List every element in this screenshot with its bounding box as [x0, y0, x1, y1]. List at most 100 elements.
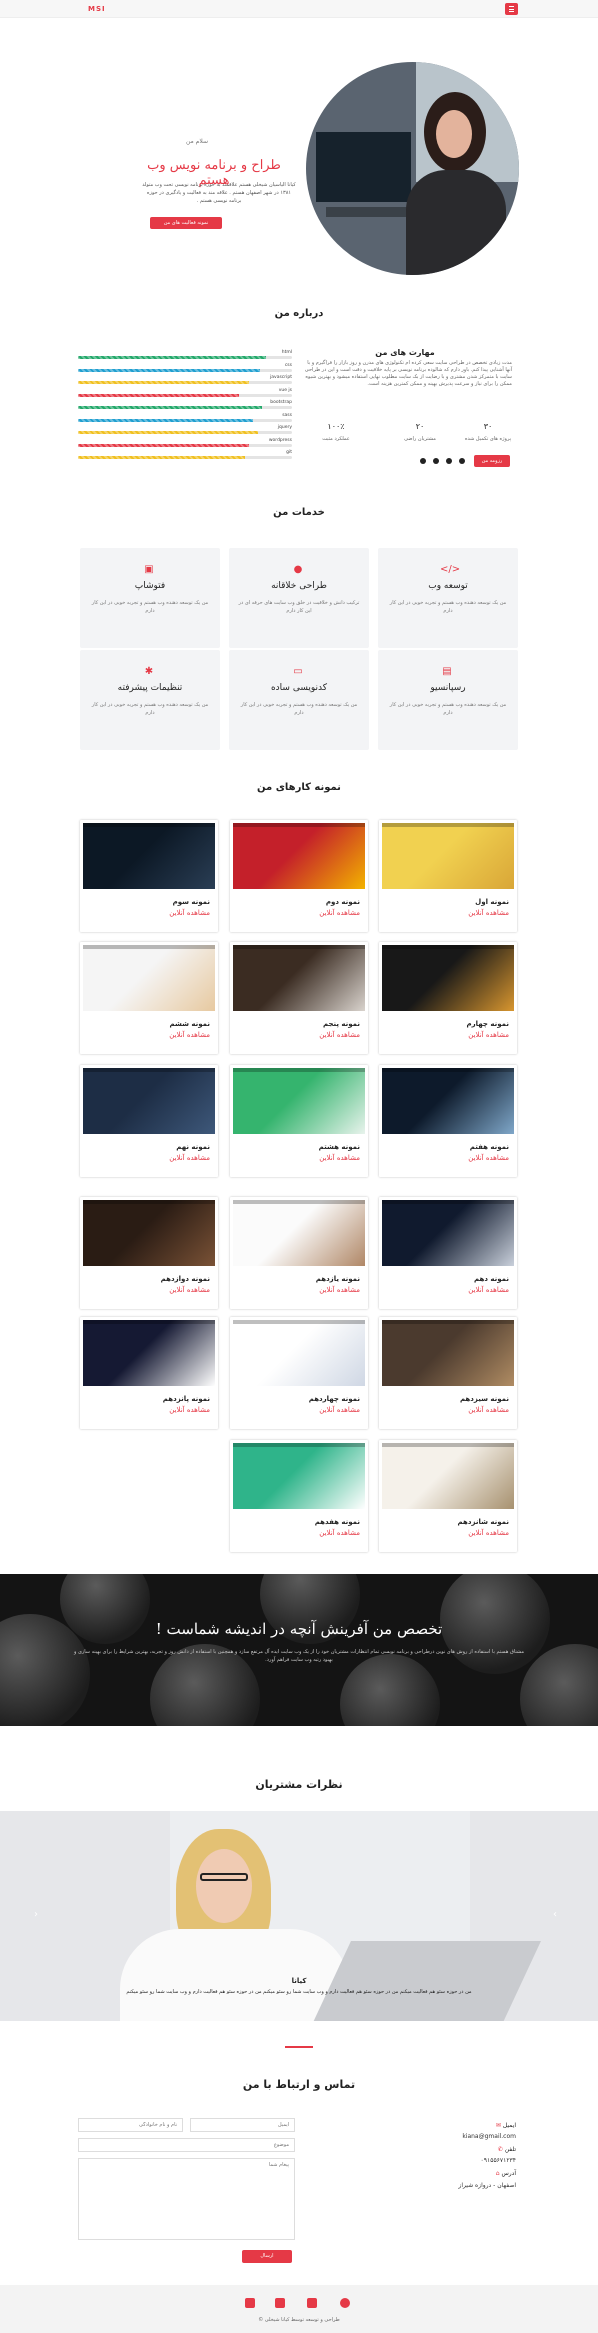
portfolio-thumbnail[interactable]	[382, 1068, 514, 1134]
view-online-link[interactable]: مشاهده آنلاین	[319, 1286, 360, 1294]
portfolio-thumbnail[interactable]	[83, 1068, 215, 1134]
menu-toggle-button[interactable]	[505, 3, 518, 15]
portfolio-card[interactable]: نمونه هفدهم مشاهده آنلاین	[230, 1440, 368, 1552]
portfolio-card[interactable]: نمونه هشتم مشاهده آنلاین	[230, 1065, 368, 1177]
portfolio-thumbnail[interactable]	[382, 945, 514, 1011]
portfolio-thumbnail[interactable]	[382, 1320, 514, 1386]
contact-section: تماس و ارتباط با من ارسال ایمیل ✉ kiana@…	[0, 2056, 598, 2286]
prev-arrow-icon[interactable]: ‹	[34, 1909, 38, 1920]
portfolio-card[interactable]: نمونه شانزدهم مشاهده آنلاین	[379, 1440, 517, 1552]
view-online-link[interactable]: مشاهده آنلاین	[468, 1529, 509, 1537]
portfolio-thumbnail[interactable]	[233, 1068, 365, 1134]
portfolio-thumbnail[interactable]	[233, 823, 365, 889]
contact-email-value[interactable]: kiana@gmail.com	[420, 2133, 516, 2140]
linkedin-icon[interactable]	[245, 2298, 255, 2308]
portfolio-thumbnail[interactable]	[382, 1443, 514, 1509]
view-online-link[interactable]: مشاهده آنلاین	[169, 1406, 210, 1414]
site-logo[interactable]: MSI	[88, 5, 106, 13]
skill-track	[78, 418, 292, 422]
view-online-link[interactable]: مشاهده آنلاین	[169, 1031, 210, 1039]
portfolio-card[interactable]: نمونه یازدهم مشاهده آنلاین	[230, 1197, 368, 1309]
portfolio-card[interactable]: نمونه پانزدهم مشاهده آنلاین	[80, 1317, 218, 1429]
portfolio-item-title: نمونه سیزدهم	[459, 1395, 509, 1403]
telegram-icon[interactable]	[459, 458, 465, 464]
portfolio-card[interactable]: نمونه دهم مشاهده آنلاین	[379, 1197, 517, 1309]
view-online-link[interactable]: مشاهده آنلاین	[319, 909, 360, 917]
view-online-link[interactable]: مشاهده آنلاین	[169, 1154, 210, 1162]
portfolio-button[interactable]: نمونه فعالیت های من	[150, 217, 222, 229]
name-input[interactable]	[78, 2118, 183, 2132]
send-button[interactable]: ارسال	[242, 2250, 292, 2263]
email-input[interactable]	[190, 2118, 295, 2132]
portfolio-item-title: نمونه پنجم	[322, 1020, 360, 1028]
view-online-link[interactable]: مشاهده آنلاین	[468, 1286, 509, 1294]
stat-performance-label: عملکرد مثبت	[322, 436, 350, 442]
portfolio-card[interactable]: نمونه اول مشاهده آنلاین	[379, 820, 517, 932]
envelope-icon: ✉	[495, 2122, 501, 2129]
portfolio-card[interactable]: نمونه ششم مشاهده آنلاین	[80, 942, 218, 1054]
stat-performance-num: ۱۰۰٪	[327, 422, 345, 431]
portfolio-card[interactable]: نمونه دوم مشاهده آنلاین	[230, 820, 368, 932]
resume-button[interactable]: رزومه من	[474, 455, 510, 467]
portfolio-title: نمونه کارهای من	[257, 782, 341, 793]
portfolio-item-title: نمونه ششم	[169, 1020, 210, 1028]
view-online-link[interactable]: مشاهده آنلاین	[169, 1286, 210, 1294]
view-online-link[interactable]: مشاهده آنلاین	[468, 1154, 509, 1162]
message-textarea[interactable]	[78, 2158, 295, 2240]
view-online-link[interactable]: مشاهده آنلاین	[319, 1529, 360, 1537]
thumbnail-navbar	[382, 1443, 514, 1447]
skill-row: sass	[78, 413, 292, 422]
portfolio-card[interactable]: نمونه هفتم مشاهده آنلاین	[379, 1065, 517, 1177]
linkedin-icon[interactable]	[446, 458, 452, 464]
hero-photo	[306, 62, 519, 275]
portfolio-card[interactable]: نمونه دوازدهم مشاهده آنلاین	[80, 1197, 218, 1309]
portfolio-card[interactable]: نمونه چهاردهم مشاهده آنلاین	[230, 1317, 368, 1429]
view-online-link[interactable]: مشاهده آنلاین	[468, 909, 509, 917]
portfolio-thumbnail[interactable]	[83, 1320, 215, 1386]
portfolio-thumbnail[interactable]	[83, 823, 215, 889]
portfolio-thumbnail[interactable]	[233, 1200, 365, 1266]
view-online-link[interactable]: مشاهده آنلاین	[319, 1406, 360, 1414]
view-online-link[interactable]: مشاهده آنلاین	[319, 1154, 360, 1162]
stat-clients-num: ۲۰	[415, 422, 425, 431]
testimonial-name: کیانا	[291, 1977, 307, 1985]
portfolio-item-title: نمونه چهارم	[466, 1020, 509, 1028]
youtube-icon[interactable]	[433, 458, 439, 464]
view-online-link[interactable]: مشاهده آنلاین	[319, 1031, 360, 1039]
youtube-icon[interactable]	[275, 2298, 285, 2308]
thumbnail-navbar	[233, 1443, 365, 1447]
portfolio-card[interactable]: نمونه پنجم مشاهده آنلاین	[230, 942, 368, 1054]
instagram-icon[interactable]	[307, 2298, 317, 2308]
skill-row: wordpress	[78, 438, 292, 447]
portfolio-card[interactable]: نمونه چهارم مشاهده آنلاین	[379, 942, 517, 1054]
skill-row: bootstrap	[78, 400, 292, 409]
thumbnail-navbar	[83, 1320, 215, 1324]
portfolio-card[interactable]: نمونه سیزدهم مشاهده آنلاین	[379, 1317, 517, 1429]
service-title: تنظیمات پیشرفته	[117, 683, 183, 693]
portfolio-thumbnail[interactable]	[83, 1200, 215, 1266]
service-title: توسعه وب	[428, 581, 468, 591]
instagram-icon[interactable]	[420, 458, 426, 464]
thumbnail-navbar	[233, 1320, 365, 1324]
portfolio-thumbnail[interactable]	[233, 945, 365, 1011]
skill-track	[78, 456, 292, 459]
portfolio-thumbnail[interactable]	[83, 945, 215, 1011]
view-online-link[interactable]: مشاهده آنلاین	[169, 909, 210, 917]
carousel-indicator[interactable]	[285, 2046, 313, 2048]
service-title: طراحی خلاقانه	[271, 581, 327, 591]
portfolio-item-title: نمونه هشتم	[318, 1143, 360, 1151]
subject-input[interactable]	[78, 2138, 295, 2152]
portfolio-card[interactable]: نمونه نهم مشاهده آنلاین	[80, 1065, 218, 1177]
portfolio-thumbnail[interactable]	[382, 823, 514, 889]
contact-phone-value[interactable]: ۰۹۱۵۵۶۷۱۲۳۴	[420, 2157, 516, 2164]
thumbnail-navbar	[83, 1068, 215, 1072]
portfolio-thumbnail[interactable]	[233, 1443, 365, 1509]
telegram-icon[interactable]	[340, 2298, 350, 2308]
view-online-link[interactable]: مشاهده آنلاین	[468, 1406, 509, 1414]
next-arrow-icon[interactable]: ›	[553, 1909, 557, 1920]
portfolio-thumbnail[interactable]	[233, 1320, 365, 1386]
portfolio-thumbnail[interactable]	[382, 1200, 514, 1266]
portfolio-card[interactable]: نمونه سوم مشاهده آنلاین	[80, 820, 218, 932]
view-online-link[interactable]: مشاهده آنلاین	[468, 1031, 509, 1039]
skill-label: sass	[282, 412, 292, 418]
